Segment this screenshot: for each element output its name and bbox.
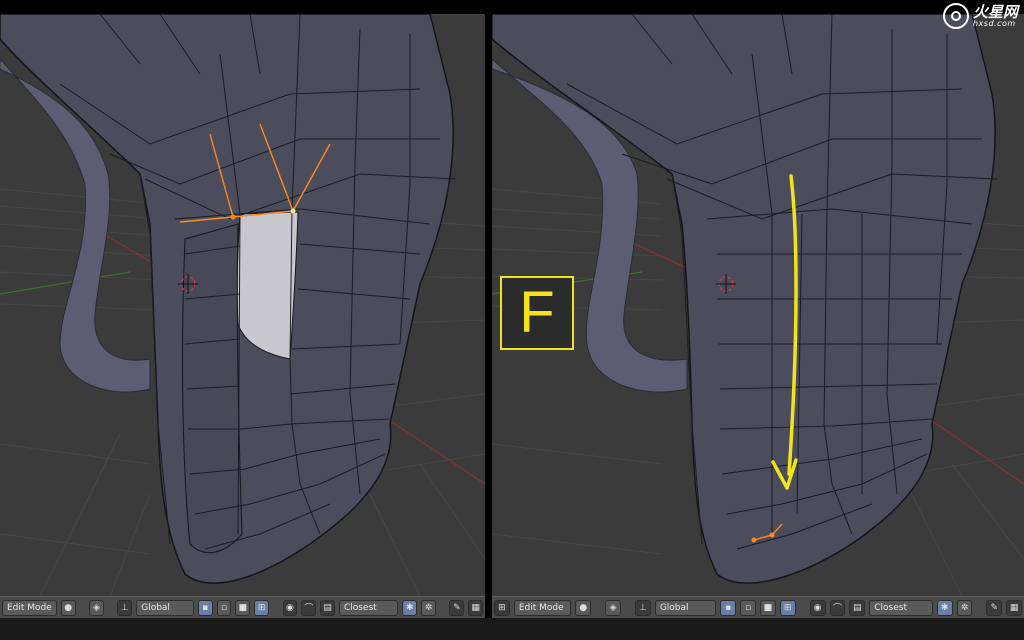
transform-manipulator-icon[interactable]: ⊥ xyxy=(634,599,651,616)
face-select-mode-icon[interactable]: ■ xyxy=(760,599,776,616)
transform-orientation-select[interactable]: Global xyxy=(136,599,194,616)
snap-project-icon[interactable]: ✲ xyxy=(956,599,973,616)
f-key-label: F xyxy=(519,280,555,345)
edge-select-mode-icon[interactable]: ▫ xyxy=(216,599,232,616)
shading-sphere-icon[interactable]: ● xyxy=(60,599,76,616)
orientation-label: Global xyxy=(659,602,689,613)
camera-icon[interactable]: ▦ xyxy=(468,599,484,616)
mode-select[interactable]: Edit Mode xyxy=(2,599,57,616)
edge-select-mode-icon[interactable]: ▫ xyxy=(740,599,756,616)
selected-vertex xyxy=(230,214,236,220)
render-preview-icon[interactable]: ✎ xyxy=(449,599,465,616)
transform-orientation-select[interactable]: Global xyxy=(654,599,717,616)
mode-label: Edit Mode xyxy=(7,602,52,613)
panel-divider xyxy=(485,0,492,640)
mode-select[interactable]: Edit Mode xyxy=(513,599,572,616)
viewport-left[interactable] xyxy=(0,14,485,596)
snap-align-icon[interactable]: ✱ xyxy=(936,599,953,616)
proportional-edit-icon[interactable]: ◉ xyxy=(809,599,826,616)
vertex-select-mode-icon[interactable]: ▪ xyxy=(720,599,737,616)
editor-type-icon[interactable]: ⊞ xyxy=(494,599,510,616)
snap-project-icon[interactable]: ✲ xyxy=(421,599,436,616)
vertex-select-mode-icon[interactable]: ▪ xyxy=(197,599,213,616)
viewport-left-scene xyxy=(0,14,485,596)
snap-element-icon[interactable]: ▤ xyxy=(320,599,335,616)
site-logo: 火星网 hxsd.com xyxy=(942,0,1018,32)
pivot-point-icon[interactable]: ◈ xyxy=(89,599,104,616)
logo-brand-cn: 火星网 xyxy=(972,2,1018,21)
shading-sphere-icon[interactable]: ● xyxy=(575,599,592,616)
limit-selection-icon[interactable]: ⊞ xyxy=(254,599,270,616)
snap-target-select[interactable]: Closest xyxy=(338,599,399,616)
active-vertex xyxy=(290,208,296,214)
f-key-annotation: F xyxy=(500,276,574,350)
selected-vertex xyxy=(769,532,775,538)
snap-toggle-icon[interactable]: ⌒ xyxy=(301,599,317,616)
transform-manipulator-icon[interactable]: ⊥ xyxy=(117,599,133,616)
render-preview-icon[interactable]: ✎ xyxy=(986,599,1003,616)
snap-target-select[interactable]: Closest xyxy=(869,599,933,616)
pivot-point-icon[interactable]: ◈ xyxy=(605,599,622,616)
viewport-header-right: ⊞ Edit Mode ● ◈ ⊥ Global ▪ ▫ ■ ⊞ ◉ ⌒ ▤ C… xyxy=(492,596,1024,618)
face-select-mode-icon[interactable]: ■ xyxy=(235,599,251,616)
mesh-hole xyxy=(236,211,299,360)
snap-element-icon[interactable]: ▤ xyxy=(849,599,866,616)
orientation-label: Global xyxy=(141,602,170,613)
mode-label: Edit Mode xyxy=(518,602,564,613)
viewport-header-left: Edit Mode ● ◈ ⊥ Global ▪ ▫ ■ ⊞ ◉ ⌒ ▤ Clo… xyxy=(0,596,485,618)
logo-icon xyxy=(942,3,969,29)
snap-toggle-icon[interactable]: ⌒ xyxy=(829,599,846,616)
selected-vertex xyxy=(751,537,757,543)
snap-label: Closest xyxy=(343,602,377,613)
logo-brand-en: hxsd.com xyxy=(972,18,1016,28)
proportional-edit-icon[interactable]: ◉ xyxy=(282,599,298,616)
bottom-bar xyxy=(0,618,1024,640)
snap-align-icon[interactable]: ✱ xyxy=(402,599,418,616)
snap-label: Closest xyxy=(874,602,907,613)
camera-icon[interactable]: ▦ xyxy=(1006,599,1023,616)
limit-selection-icon[interactable]: ⊞ xyxy=(779,599,796,616)
